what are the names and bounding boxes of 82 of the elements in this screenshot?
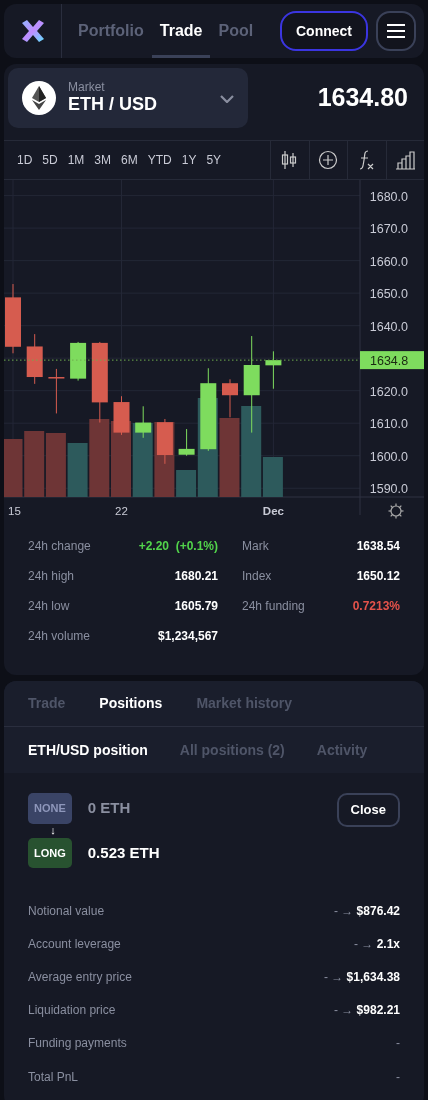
timeframe-button[interactable]: YTD xyxy=(142,151,177,169)
detail-label: Notional value xyxy=(28,902,105,920)
timeframe-button[interactable]: 1Y xyxy=(176,151,202,169)
timeframe-button[interactable]: 6M xyxy=(116,151,143,169)
detail-label: Total PnL xyxy=(28,1069,79,1086)
menu-icon xyxy=(387,24,405,38)
price-axis-label: 1670.0 xyxy=(369,222,408,237)
candlestick xyxy=(26,333,43,385)
price-axis-label: 1590.0 xyxy=(369,482,408,497)
detail-value: - → $876.42 xyxy=(333,902,400,920)
detail-label: Account leverage xyxy=(28,935,121,953)
market-pair: ETH / USD xyxy=(68,93,157,116)
detail-value: - xyxy=(396,1069,400,1086)
detail-value: - → 2.1x xyxy=(353,935,400,953)
position-amount: 0 ETH xyxy=(87,798,131,818)
stat-value: 1650.12 xyxy=(356,568,400,585)
detail-value: - → $1,634.38 xyxy=(323,968,400,986)
date-axis-label: 15 xyxy=(8,505,21,517)
nav-tab[interactable]: Trade xyxy=(151,4,211,58)
connect-button[interactable]: Connect xyxy=(280,11,368,51)
price-axis-label: 1650.0 xyxy=(369,287,408,302)
market-selector[interactable]: Market ETH / USD xyxy=(8,68,248,128)
tab[interactable]: Positions xyxy=(99,693,163,714)
menu-button[interactable] xyxy=(376,11,416,51)
price-axis-label: 1620.0 xyxy=(369,384,408,399)
timeframe-button[interactable]: 5Y xyxy=(201,151,227,169)
candlestick xyxy=(5,283,21,354)
candlestick xyxy=(222,378,238,418)
stat-label: Mark xyxy=(242,538,269,555)
current-price-label: 1634.8 xyxy=(370,354,409,369)
market-price: 1634.80 xyxy=(317,82,408,114)
stat-value: 1680.21 xyxy=(174,568,218,585)
stat-label: 24h volume xyxy=(28,628,91,645)
volume-bar xyxy=(45,433,66,497)
price-axis-label: 1680.0 xyxy=(369,189,408,204)
stat-value: 0.7213% xyxy=(352,598,400,615)
side-badge: LONG xyxy=(28,837,72,868)
stat-label: 24h funding xyxy=(242,598,305,615)
date-axis-label: Dec xyxy=(262,505,284,517)
detail-label: Funding payments xyxy=(28,1035,127,1052)
stat-value: 1638.54 xyxy=(356,538,400,555)
bar-chart-icon[interactable] xyxy=(395,148,416,172)
stat-label: 24h high xyxy=(28,568,75,585)
detail-value: - → $982.21 xyxy=(333,1001,400,1019)
tab[interactable]: ETH/USD position xyxy=(28,739,148,761)
price-axis-label: 1610.0 xyxy=(369,417,408,432)
volume-bar xyxy=(24,431,45,497)
timeframe-button[interactable]: 1M xyxy=(62,151,90,169)
candlestick xyxy=(48,368,65,414)
stat-label: 24h low xyxy=(28,598,70,615)
position-amount: 0.523 ETH xyxy=(87,842,160,863)
candlestick xyxy=(135,405,152,439)
current-price-tag xyxy=(360,351,424,370)
side-badge: NONE xyxy=(28,793,72,824)
candlestick xyxy=(156,418,173,465)
candlestick xyxy=(265,350,282,390)
settings-icon[interactable] xyxy=(387,502,405,520)
timeframe-button[interactable]: 3M xyxy=(89,151,117,169)
timeframe-button[interactable]: 5D xyxy=(37,151,63,169)
price-axis-label: 1640.0 xyxy=(369,319,408,334)
price-axis-label: 1660.0 xyxy=(369,254,408,269)
stat-label: Index xyxy=(242,568,272,585)
stat-label: 24h change xyxy=(28,538,91,555)
stat-value: 1605.79 xyxy=(174,598,218,615)
candlestick xyxy=(113,395,130,436)
candlestick xyxy=(178,428,195,457)
detail-label: Liquidation price xyxy=(28,1001,116,1019)
chevron-down-icon xyxy=(220,94,234,103)
stat-value: +2.20 (+0.1%) xyxy=(138,538,218,555)
stat-value: $1,234,567 xyxy=(157,628,218,645)
timeframe-button[interactable]: 1D xyxy=(12,151,38,169)
candlestick xyxy=(70,341,87,382)
price-axis-label: 1600.0 xyxy=(369,449,408,464)
close-button[interactable]: Close xyxy=(336,793,400,827)
detail-label: Average entry price xyxy=(28,968,132,986)
ethereum-icon xyxy=(22,81,56,115)
date-axis-label: 22 xyxy=(115,505,128,517)
market-label: Market xyxy=(68,80,106,94)
detail-value: - xyxy=(396,1035,400,1052)
volume-bar xyxy=(4,439,23,497)
down-arrow: ↓ xyxy=(49,824,57,836)
add-circle-icon[interactable] xyxy=(318,148,339,172)
